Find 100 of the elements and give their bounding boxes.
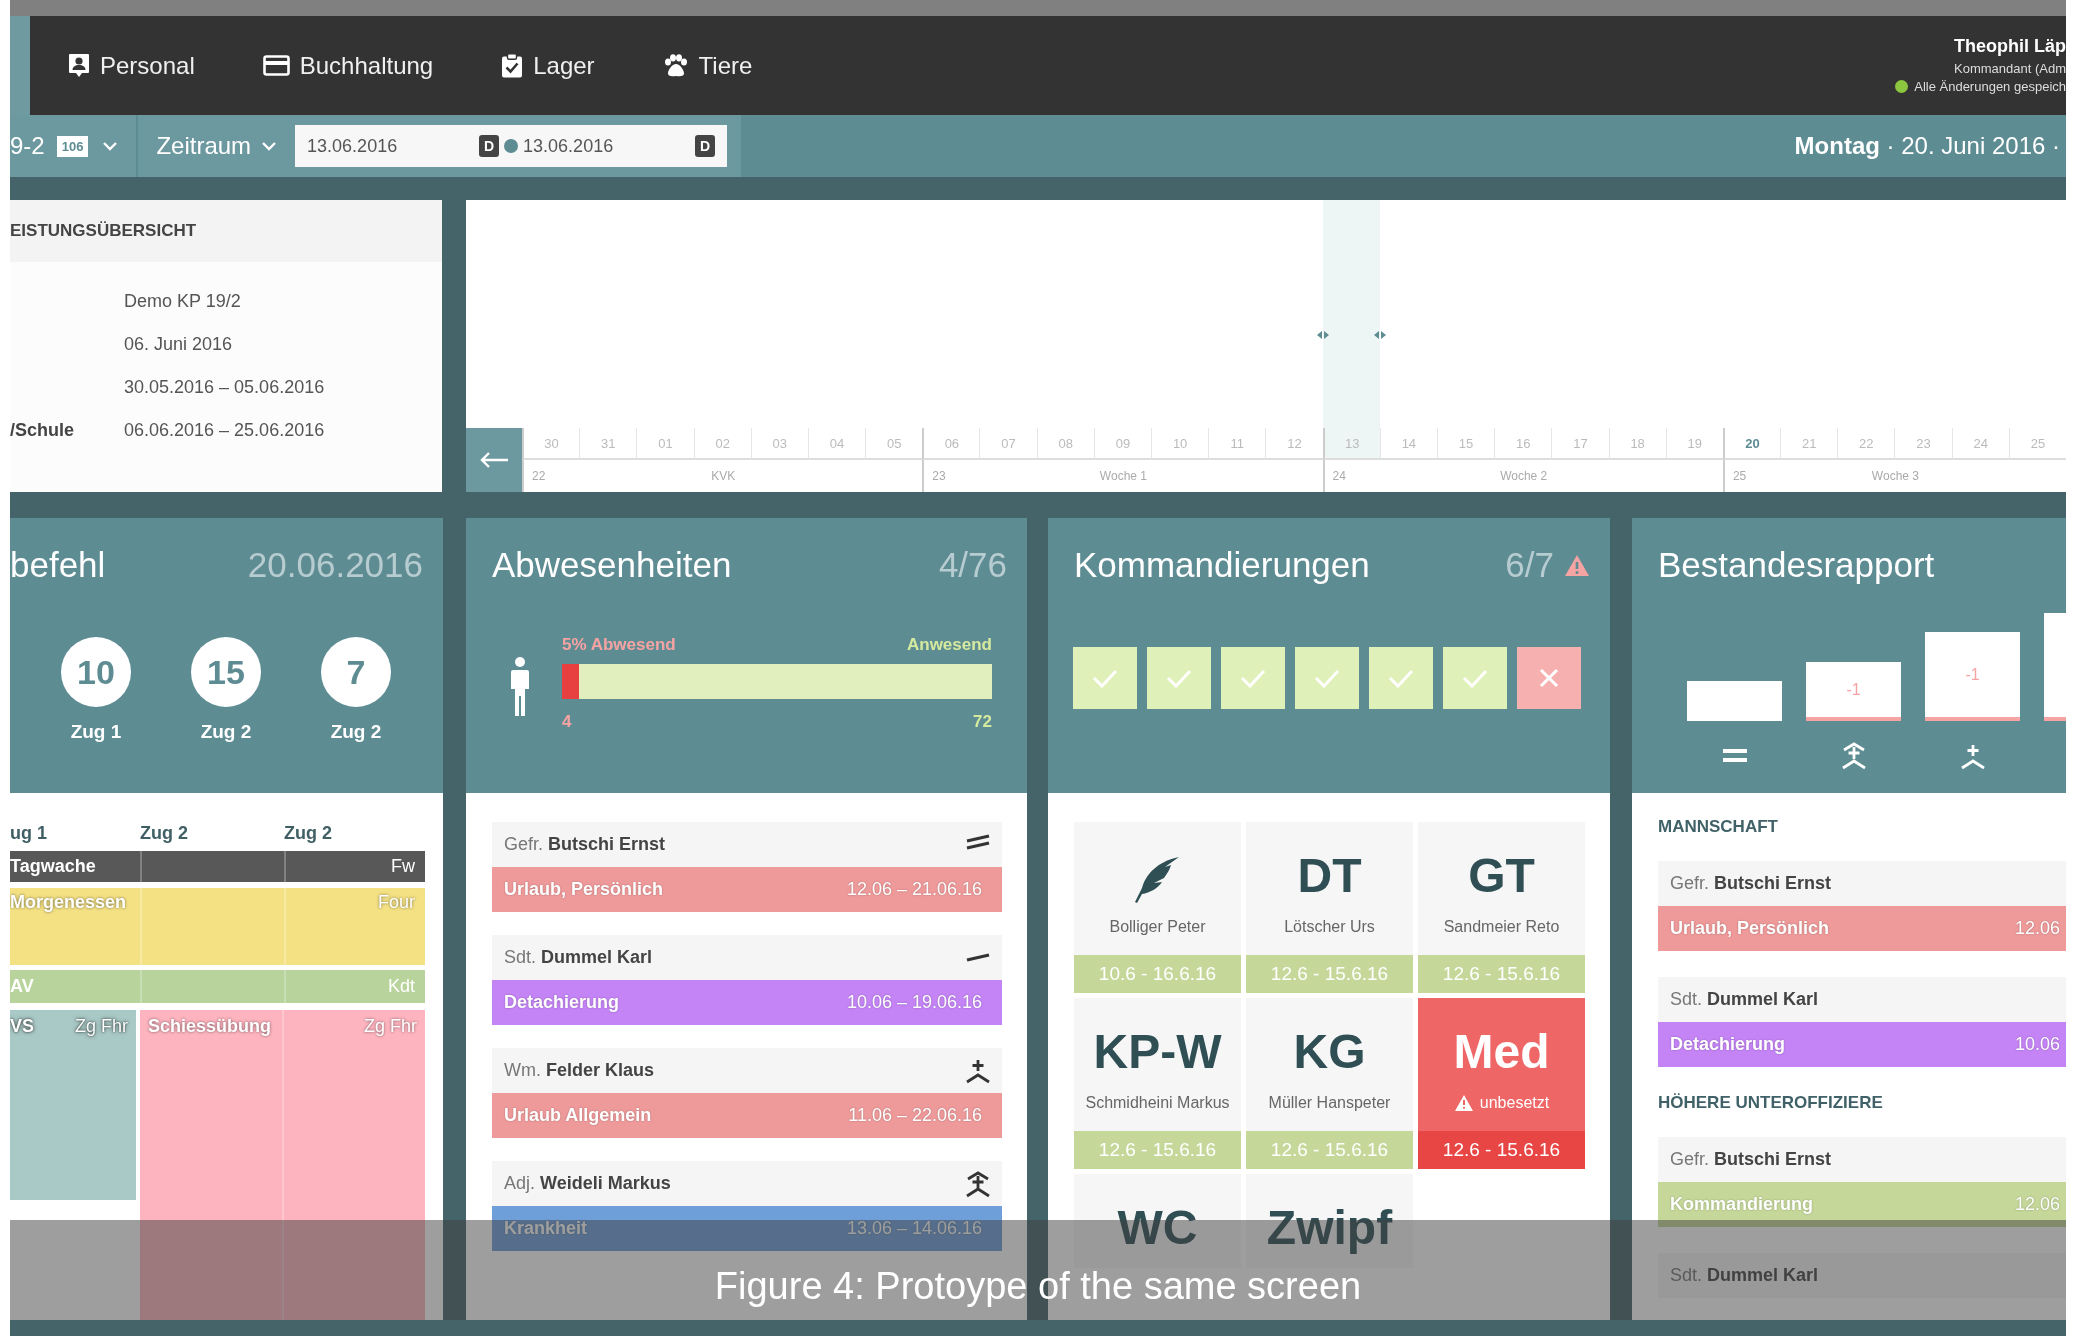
- tile-code: KP-W: [1093, 1024, 1222, 1080]
- entry-header[interactable]: Gefr. Butschi Ernst: [1658, 861, 2066, 906]
- assignment-tile[interactable]: Bolliger Peter 10.6 - 16.6.16: [1074, 822, 1241, 993]
- absence-dates: 10.06: [2014, 1034, 2060, 1055]
- schedule-event[interactable]: Morgenessen Four: [10, 888, 425, 965]
- day-label[interactable]: 24: [1951, 428, 2009, 460]
- schedule-event[interactable]: AV Kdt: [10, 970, 425, 1003]
- date-field[interactable]: 13.06.2016 D: [511, 125, 728, 167]
- assignment-tile[interactable]: DT Lötscher Urs 12.6 - 15.6.16: [1246, 822, 1413, 993]
- day-label[interactable]: 19: [1665, 428, 1723, 460]
- nav-tab[interactable]: Lager: [501, 51, 595, 80]
- day-label[interactable]: 30: [522, 428, 580, 460]
- absence-dates: 12.06: [2014, 1194, 2060, 1215]
- check-icon: [1388, 668, 1414, 688]
- day-label[interactable]: 03: [750, 428, 808, 460]
- absence-bar[interactable]: Urlaub, Persönlich 12.06: [1658, 906, 2066, 951]
- absence-bar[interactable]: Krankheit 13.06 – 14.06.16: [492, 1206, 1002, 1251]
- absence-reason: Detachierung: [1670, 1034, 1786, 1055]
- week-label: Woche 3: [1871, 469, 1919, 483]
- save-status: Alle Änderungen gespeich: [1914, 79, 2066, 94]
- day-label[interactable]: 11: [1208, 428, 1266, 460]
- chevron-down-icon[interactable]: [102, 141, 119, 151]
- card-date: 20.06.2016: [247, 545, 423, 585]
- tile-name: Müller Hanspeter: [1268, 1094, 1391, 1112]
- clipboard-check-icon: [501, 53, 524, 78]
- check-icon: [1092, 668, 1118, 688]
- day-label[interactable]: 31: [579, 428, 637, 460]
- week-number: 25: [1732, 469, 1747, 483]
- day-label[interactable]: 25: [2008, 428, 2066, 460]
- drag-handle-icon[interactable]: [1316, 330, 1329, 340]
- count-badge: 106: [56, 135, 89, 157]
- count-label: Zug 1: [70, 721, 122, 743]
- day-label[interactable]: 10: [1151, 428, 1209, 460]
- section-title: MANNSCHAFT: [1658, 817, 1779, 838]
- back-button[interactable]: [466, 428, 522, 492]
- count-circle: 15: [191, 637, 261, 707]
- tile-dates: 12.6 - 15.6.16: [1074, 1131, 1241, 1169]
- entry-header[interactable]: Gefr. Butschi Ernst: [1658, 1137, 2066, 1182]
- drag-handle-icon[interactable]: [1373, 330, 1386, 340]
- absence-bar[interactable]: Kommandierung 12.06: [1658, 1182, 2066, 1227]
- date-field[interactable]: 13.06.2016 D: [295, 125, 512, 167]
- entry-header[interactable]: Gefr. Butschi Ernst: [492, 822, 1002, 867]
- panel-title: EISTUNGSÜBERSICHT: [10, 221, 197, 241]
- assignment-tile[interactable]: KG Müller Hanspeter 12.6 - 15.6.16: [1246, 998, 1413, 1169]
- day-label[interactable]: 07: [979, 428, 1037, 460]
- absence-reason: Detachierung: [504, 992, 620, 1013]
- schedule-event[interactable]: Tagwache Fw: [10, 851, 425, 882]
- day-label[interactable]: 22: [1837, 428, 1895, 460]
- day-label[interactable]: 21: [1780, 428, 1838, 460]
- present-label: Anwesend: [906, 635, 992, 655]
- day-label[interactable]: 14: [1379, 428, 1437, 460]
- date-picker-button[interactable]: D: [479, 135, 500, 157]
- entry-header[interactable]: Wm. Felder Klaus: [492, 1048, 1002, 1093]
- event-person: Fw: [391, 856, 415, 877]
- event-title: VS: [10, 1016, 34, 1037]
- day-label[interactable]: 17: [1551, 428, 1609, 460]
- week-number: 23: [932, 469, 946, 483]
- card-count: 4/76: [938, 545, 1007, 585]
- nav-tab[interactable]: Tiere: [662, 51, 753, 80]
- absence-bar[interactable]: Detachierung 10.06: [1658, 1022, 2066, 1067]
- day-label[interactable]: 05: [865, 428, 923, 460]
- entry-header[interactable]: Sdt. Dummel Karl: [492, 935, 1002, 980]
- nav-tab[interactable]: Personal: [68, 51, 195, 80]
- date-picker-button[interactable]: D: [695, 135, 716, 157]
- week-number: 24: [1332, 469, 1346, 483]
- check-icon: [1240, 668, 1266, 688]
- tile-code: GT: [1468, 848, 1535, 904]
- day-label[interactable]: 16: [1494, 428, 1552, 460]
- absence-bar[interactable]: Urlaub Allgemein 11.06 – 22.06.16: [492, 1093, 1002, 1138]
- assignment-tile[interactable]: GT Sandmeier Reto 12.6 - 15.6.16: [1418, 822, 1585, 993]
- day-label[interactable]: 20: [1722, 428, 1781, 460]
- schedule-event[interactable]: VS Zg Fhr: [10, 1010, 136, 1200]
- day-label[interactable]: 04: [807, 428, 866, 460]
- day-label[interactable]: 06: [922, 428, 980, 460]
- arrow-left-icon: [479, 451, 509, 469]
- day-label[interactable]: 15: [1436, 428, 1495, 460]
- day-label[interactable]: 02: [693, 428, 751, 460]
- assignment-tile[interactable]: Med unbesetzt 12.6 - 15.6.16: [1418, 998, 1585, 1169]
- day-label[interactable]: 01: [636, 428, 694, 460]
- tile-name: Bolliger Peter: [1109, 918, 1206, 936]
- close-icon: [1539, 668, 1559, 688]
- absence-bar[interactable]: Detachierung 10.06 – 19.06.16: [492, 980, 1002, 1025]
- entry-header[interactable]: Sdt. Dummel Karl: [1658, 1253, 2066, 1298]
- absence-dates: 13.06 – 14.06.16: [846, 1218, 982, 1239]
- person-name: Adj. Weideli Markus: [504, 1173, 671, 1194]
- day-label[interactable]: 23: [1894, 428, 1952, 460]
- event-person: Zg Fhr: [75, 1016, 128, 1037]
- assignment-tile[interactable]: KP-W Schmidheini Markus 12.6 - 15.6.16: [1074, 998, 1241, 1169]
- day-label[interactable]: 13: [1322, 428, 1380, 460]
- absence-bar[interactable]: Urlaub, Persönlich 12.06 – 21.06.16: [492, 867, 1002, 912]
- day-label[interactable]: 08: [1036, 428, 1094, 460]
- day-label[interactable]: 18: [1608, 428, 1666, 460]
- nav-tab[interactable]: Buchhaltung: [262, 51, 434, 80]
- present-count: 72: [973, 712, 992, 732]
- day-label[interactable]: 09: [1093, 428, 1152, 460]
- entry-header[interactable]: Adj. Weideli Markus: [492, 1161, 1002, 1206]
- absence-dates: 12.06: [2014, 918, 2060, 939]
- person-icon: [508, 656, 532, 716]
- card-title: befehl: [10, 545, 106, 585]
- entry-header[interactable]: Sdt. Dummel Karl: [1658, 977, 2066, 1022]
